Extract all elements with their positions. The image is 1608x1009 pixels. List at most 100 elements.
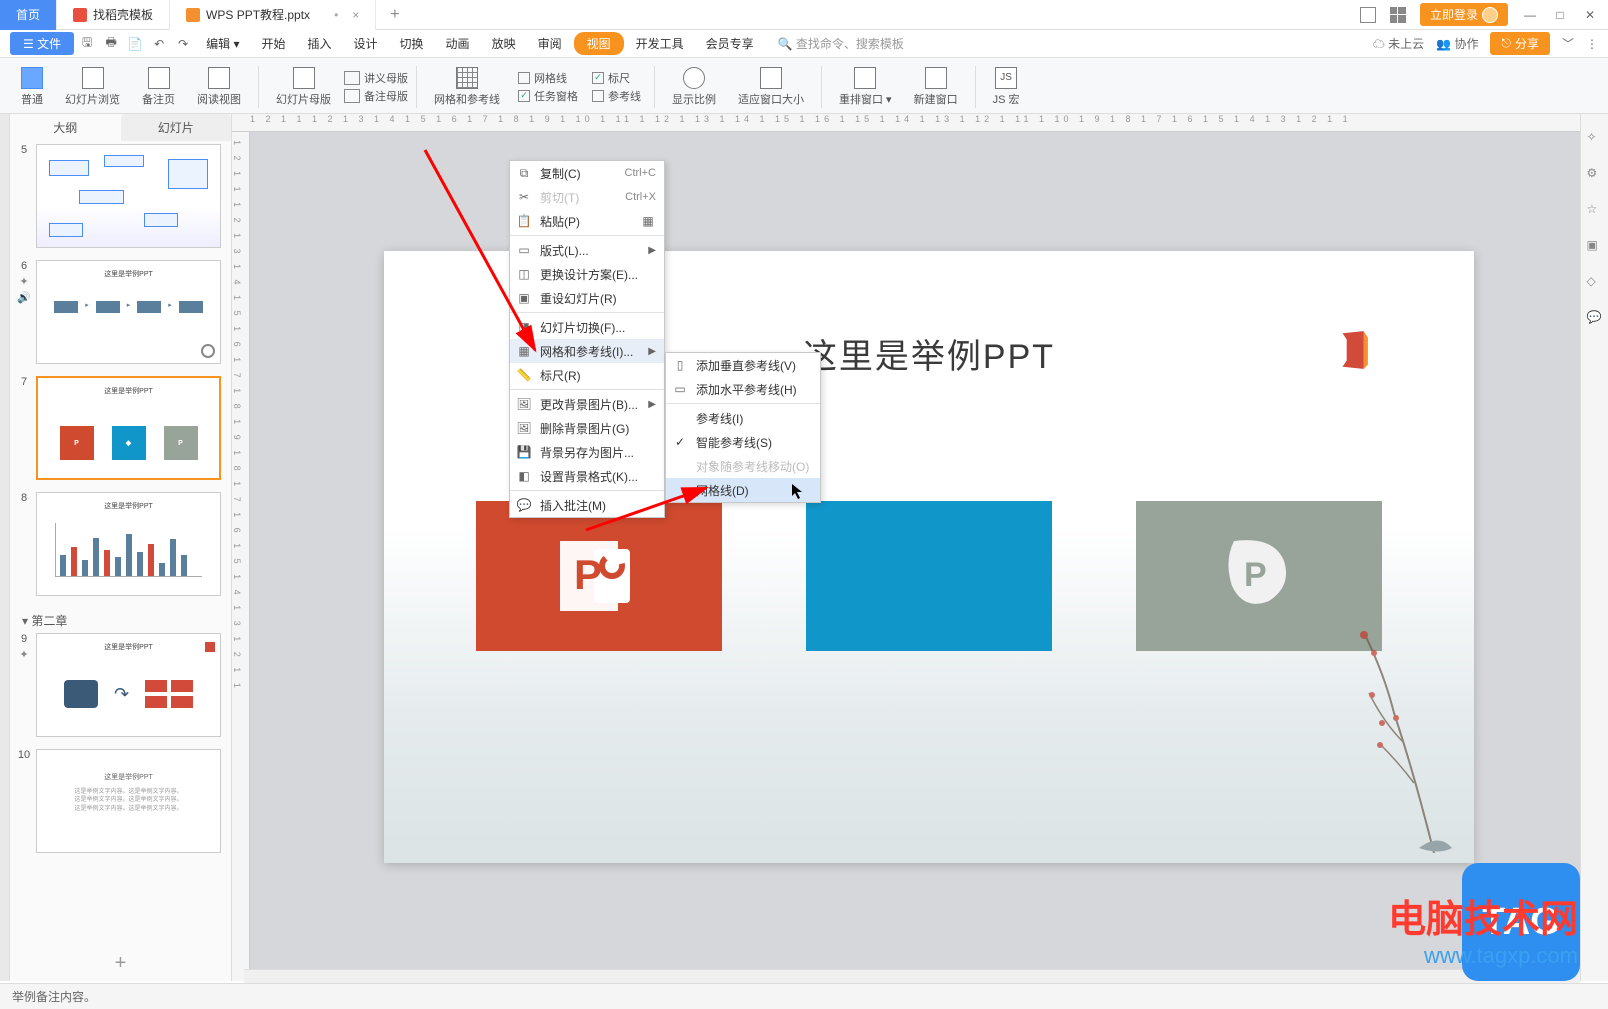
panel-tab-slides[interactable]: 幻灯片: [121, 114, 232, 141]
print-icon[interactable]: 🖶: [100, 33, 122, 55]
annotation-arrow-1: [415, 140, 555, 370]
section-header[interactable]: 第二章: [16, 608, 225, 633]
menu-tab-4[interactable]: 动画: [436, 32, 480, 55]
cm-add-horizontal-guide[interactable]: ▭添加水平参考线(H): [666, 377, 820, 401]
avatar-icon: [1482, 7, 1498, 23]
login-button[interactable]: 立即登录: [1420, 3, 1508, 26]
menu-tab-0[interactable]: 开始: [251, 32, 295, 55]
share-button[interactable]: ⎋ 分享: [1490, 32, 1550, 55]
search-input[interactable]: 🔍 查找命令、搜索模板: [778, 35, 904, 52]
thumb-6[interactable]: 这里是举例PPT▸▸▸: [36, 260, 221, 364]
cm-smart-guide[interactable]: ✓智能参考线(S): [666, 430, 820, 454]
tab-template[interactable]: 找稻壳模板: [57, 0, 170, 30]
tab-home[interactable]: 首页: [0, 0, 57, 30]
menu-tab-5[interactable]: 放映: [482, 32, 526, 55]
cm-guide[interactable]: 参考线(I): [666, 406, 820, 430]
ruler-vertical: 1 2 1 1 1 2 1 3 1 4 1 5 1 6 1 7 1 8 1 9 …: [232, 132, 250, 981]
tab-file[interactable]: WPS PPT教程.pptx•×: [170, 0, 376, 30]
horizontal-scrollbar[interactable]: [244, 969, 1580, 983]
thumb-5[interactable]: [36, 144, 221, 248]
thumb-10[interactable]: 这里是举例PPT这是举例文字内容。这是举例文字内容。这是举例文字内容。这是举例文…: [36, 749, 221, 853]
rb-new-window[interactable]: 新建窗口: [905, 62, 967, 112]
rb-star-icon[interactable]: ☆: [1587, 202, 1603, 218]
anim-star-icon: ✦: [19, 648, 28, 661]
apps-grid-icon[interactable]: [1390, 7, 1406, 23]
slides-panel: 大纲 幻灯片 5 6✦🔊 这里是举例PPT▸▸▸ 7 这里是举例PPTP◆P 8…: [10, 114, 232, 981]
notes-text[interactable]: 举例备注内容。: [12, 988, 96, 1005]
close-window-button[interactable]: ✕: [1582, 7, 1598, 23]
ppt-card-blue[interactable]: [806, 501, 1052, 651]
rb-sparkle-icon[interactable]: ✧: [1587, 130, 1603, 146]
redo-icon[interactable]: ↷: [172, 33, 194, 55]
thumb-7[interactable]: 这里是举例PPTP◆P: [36, 376, 221, 480]
ruler-horizontal: 1 2 1 1 1 2 1 3 1 4 1 5 1 6 1 7 1 8 1 9 …: [232, 114, 1608, 132]
watermark: 电脑技术网 www.tagxp.com: [1388, 888, 1578, 969]
rb-grid-guides[interactable]: 网格和参考线: [425, 62, 509, 112]
rb-clip-icon[interactable]: ◇: [1587, 274, 1603, 290]
rb-settings-icon[interactable]: ⚙: [1587, 166, 1603, 182]
menubar: ☰ 文件 🖫 🖶 📄 ↶ ↷ 编辑 ▾ 开始 插入 设计 切换 动画 放映 审阅…: [0, 30, 1608, 58]
branch-decoration: [1344, 623, 1454, 853]
kebab-icon[interactable]: ⋮: [1586, 37, 1598, 51]
menu-tab-2[interactable]: 设计: [344, 32, 388, 55]
svg-text:P: P: [574, 551, 602, 598]
rb-box-icon[interactable]: ▣: [1587, 238, 1603, 254]
menu-tab-3[interactable]: 切换: [390, 32, 434, 55]
coop-button[interactable]: 👥 协作: [1436, 35, 1478, 52]
cm-delete-bg[interactable]: 🖼删除背景图片(G): [510, 416, 664, 440]
anim-star-icon: ✦: [19, 275, 28, 288]
thumbnails: 5 6✦🔊 这里是举例PPT▸▸▸ 7 这里是举例PPTP◆P 8 这里是举例P…: [10, 140, 231, 946]
menu-tab-1[interactable]: 插入: [298, 32, 342, 55]
paste-options-icon[interactable]: ▦: [640, 213, 656, 229]
cm-add-vertical-guide[interactable]: ▯添加垂直参考线(V): [666, 353, 820, 377]
rb-check-taskpane[interactable]: ✓任务窗格: [518, 88, 578, 104]
rb-normal-view[interactable]: 普通: [12, 62, 52, 112]
menu-tab-6[interactable]: 审阅: [528, 32, 572, 55]
cm-follow-guide: 对象随参考线移动(O): [666, 454, 820, 478]
close-icon[interactable]: ×: [352, 8, 359, 22]
preview-icon[interactable]: 📄: [124, 33, 146, 55]
layout-toggle-icon[interactable]: [1360, 7, 1376, 23]
panel-tab-outline[interactable]: 大纲: [10, 114, 121, 141]
ribbon-view: 普通 幻灯片浏览 备注页 阅读视图 幻灯片母版 讲义母版 备注母版 网格和参考线…: [0, 58, 1608, 114]
cm-change-bg[interactable]: 🖼更改背景图片(B)...▶: [510, 392, 664, 416]
rb-reading-view[interactable]: 阅读视图: [188, 62, 250, 112]
menu-file[interactable]: ☰ 文件: [10, 32, 74, 55]
menu-tab-9[interactable]: 会员专享: [696, 32, 764, 55]
rb-notes-page[interactable]: 备注页: [133, 62, 184, 112]
modified-dot: •: [334, 8, 338, 22]
audio-icon: 🔊: [17, 291, 31, 304]
thumb-8[interactable]: 这里是举例PPT: [36, 492, 221, 596]
thumb-9[interactable]: 这里是举例PPT↷: [36, 633, 221, 737]
menu-tab-8[interactable]: 开发工具: [626, 32, 694, 55]
more-down-icon[interactable]: ﹀: [1562, 35, 1574, 52]
rb-notes-master[interactable]: 备注母版: [344, 88, 408, 104]
add-tab-button[interactable]: +: [376, 6, 413, 24]
rb-arrange-windows[interactable]: 重排窗口 ▾: [830, 62, 901, 112]
thumb-number: 8: [21, 492, 27, 504]
add-slide-button[interactable]: +: [10, 946, 231, 981]
minimize-button[interactable]: ―: [1522, 7, 1538, 23]
cm-save-bg[interactable]: 💾背景另存为图片...: [510, 440, 664, 464]
menu-edit[interactable]: 编辑 ▾: [196, 32, 249, 55]
maximize-button[interactable]: □: [1552, 7, 1568, 23]
rb-slide-sorter[interactable]: 幻灯片浏览: [56, 62, 129, 112]
menu-tab-7[interactable]: 视图: [574, 32, 624, 55]
rb-handout-master[interactable]: 讲义母版: [344, 70, 408, 86]
thumb-number: 5: [21, 144, 27, 156]
rb-js-macro[interactable]: JSJS 宏: [984, 62, 1029, 112]
annotation-arrow-2: [576, 480, 726, 540]
rb-chat-icon[interactable]: 💬: [1587, 310, 1603, 326]
cloud-status[interactable]: ☁ 未上云: [1373, 35, 1424, 52]
rb-zoom[interactable]: 显示比例: [663, 62, 725, 112]
rb-slide-master[interactable]: 幻灯片母版: [267, 62, 340, 112]
save-icon[interactable]: 🖫: [76, 33, 98, 55]
rb-check-ruler[interactable]: ✓标尺: [592, 70, 641, 86]
rb-check-gridline[interactable]: 网格线: [518, 70, 578, 86]
rb-check-guide[interactable]: 参考线: [592, 88, 641, 104]
office-logo-icon: [1332, 329, 1374, 371]
rb-fit-window[interactable]: 适应窗口大小: [729, 62, 813, 112]
collapse-strip[interactable]: [0, 114, 10, 981]
undo-icon[interactable]: ↶: [148, 33, 170, 55]
svg-text:P: P: [1244, 556, 1267, 594]
